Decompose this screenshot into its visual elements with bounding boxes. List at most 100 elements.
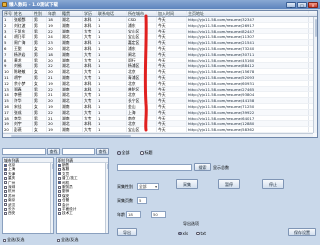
list-item-checkbox[interactable] [4,211,7,215]
table-cell: 22 [47,86,61,92]
column-header[interactable]: 序号 [3,11,13,16]
maximize-button[interactable]: □ [297,1,307,8]
table-cell: 今天 [157,98,187,103]
keyword-search-button[interactable]: 搜索 [194,163,211,171]
radio-all[interactable]: 全部 [117,150,130,156]
list-item-checkbox[interactable] [4,181,7,185]
gender-label: 采集性别 [117,184,133,189]
column-header[interactable]: 性别 [33,11,47,16]
age-from-input[interactable]: 18 [126,211,141,218]
start-button[interactable]: 采集 [176,179,198,189]
list-item-checkbox[interactable] [58,176,61,180]
radio-title[interactable]: 标题 [140,150,153,156]
radio-txt-indicator[interactable] [196,231,200,236]
table-cell: 今天 [157,92,187,98]
radio-txt[interactable]: txt [196,231,206,236]
list-item-checkbox[interactable] [4,168,7,172]
horizontal-scrollbar[interactable] [3,133,313,137]
list-item-checkbox[interactable] [4,190,7,194]
results-table[interactable]: 序号 姓名 性别 年龄 籍贯 学历 联系电话 所在城市 加入时间 主页地址 1 张顺酆男 18 湖北 本科… [2,10,318,138]
keyword-input[interactable] [117,164,192,171]
table-cell: 青浦区 [127,74,157,80]
select-all-jobs-checkbox[interactable] [57,238,60,242]
radio-xls[interactable]: xls [178,231,188,236]
export-button[interactable]: 导出 [117,228,137,236]
table-cell: 李德 [13,92,33,98]
vertical-scrollbar[interactable] [313,17,317,133]
minimize-button[interactable]: _ [286,1,296,8]
table-cell: 今天 [157,69,187,74]
table-cell: 湖南 [61,74,83,80]
table-cell: 19 [47,22,61,28]
column-header[interactable]: 年龄 [47,11,61,16]
column-header[interactable]: 姓名 [13,11,33,16]
table-cell: 浦东 [127,22,157,28]
select-all-jobs[interactable]: 全选/反选 [57,237,78,243]
list-item-checkbox[interactable] [4,198,7,202]
list-item-checkbox[interactable] [58,163,61,167]
list-item-checkbox[interactable] [58,181,61,185]
radio-xls-indicator[interactable] [178,231,182,236]
list-item-checkbox[interactable] [4,194,7,198]
column-header[interactable]: 学历 [83,11,97,16]
list-item-checkbox[interactable] [58,207,61,211]
table-cell: 嘉定区 [127,40,157,45]
table-cell: 今天 [157,127,187,132]
list-item-checkbox[interactable] [58,190,61,194]
table-cell: 20 [47,57,61,63]
table-cell: 今天 [157,22,187,28]
column-header[interactable]: 主页地址 [187,11,309,16]
column-header[interactable]: 联系电话 [97,11,127,16]
table-cell: 本科 [83,40,97,45]
list-item-checkbox[interactable] [4,203,7,207]
table-body: 1 张顺酆男 18 湖北 本科 1 CSD 今天 http://yjx11.58.com/res… [3,17,317,137]
table-cell: 14 [3,92,13,98]
list-item-checkbox[interactable] [4,176,7,180]
list-item-checkbox[interactable] [4,185,7,189]
city-list[interactable]: 城市列表 北京 上海 天津 重庆 广州 深圳 杭州 苏州 南京 武汉 长沙 西安 [2,157,54,234]
list-item-checkbox[interactable] [58,168,61,172]
list-item[interactable]: 西安 [3,211,53,215]
list-item-checkbox[interactable] [4,207,7,211]
table-cell: 湖南 [61,57,83,63]
table-cell: 22 [47,28,61,34]
stop-button[interactable]: 停止 [262,179,284,189]
select-all-cities[interactable]: 全选/反选 [3,237,24,243]
pages-input[interactable]: 5 [137,197,147,204]
close-button[interactable]: × [308,1,318,8]
city-search-button[interactable]: 查找 [47,148,60,155]
list-item-checkbox[interactable] [58,211,61,215]
column-header[interactable]: 加入时间 [157,11,187,16]
list-item-checkbox[interactable] [58,194,61,198]
column-header[interactable]: 所在城市 [127,11,157,16]
select-all-cities-checkbox[interactable] [3,238,6,242]
list-item-checkbox[interactable] [4,172,7,176]
table-cell: 上海 [127,109,157,115]
table-cell: 湖北 [61,45,83,51]
list-item-checkbox[interactable] [58,185,61,189]
job-list[interactable]: 职位列表 销售 客服 文员 普工/技工 司机 服务员 厨师 保安 仓管 会计 平面设计 技术工 [56,157,109,234]
gender-select[interactable]: 全部 ▾ [137,183,159,190]
table-cell: 男 [33,121,47,127]
list-item[interactable]: 技术工 [57,211,108,215]
list-item-checkbox[interactable] [58,203,61,207]
save-settings-button[interactable]: 保存设置 [288,228,316,236]
column-header[interactable]: 籍贯 [61,11,83,16]
table-cell: 21 [47,115,61,121]
age-to-input[interactable]: 50 [151,211,166,218]
job-search-button[interactable]: 查找 [96,148,109,155]
pause-button[interactable]: 暂停 [218,179,240,189]
table-cell: 陈晓敏 [13,69,33,74]
table-cell: 本科 [83,121,97,127]
table-cell: 7 [3,51,13,57]
table-cell: 湖北 [61,80,83,86]
list-item-checkbox[interactable] [4,163,7,167]
city-search-input[interactable] [2,148,46,155]
job-search-input[interactable] [62,148,95,155]
list-item-checkbox[interactable] [58,172,61,176]
list-item-checkbox[interactable] [58,198,61,202]
radio-all-indicator[interactable] [117,151,121,155]
table-cell: 宝山区 [127,127,157,132]
radio-all-label: 全部 [121,150,130,155]
radio-title-indicator[interactable] [140,151,144,155]
